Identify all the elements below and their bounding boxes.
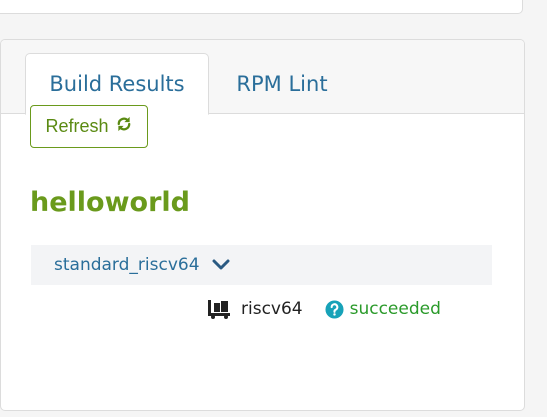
dolly-icon <box>207 299 231 319</box>
refresh-icon <box>115 115 133 138</box>
refresh-button-label: Refresh <box>45 116 109 136</box>
question-circle-icon[interactable] <box>325 299 344 319</box>
previous-card <box>0 0 523 14</box>
repository-name[interactable]: standard_riscv64 <box>54 255 200 275</box>
tabs-bar: Build Results RPM Lint <box>1 40 524 115</box>
tab-rpm-lint[interactable]: RPM Lint <box>209 53 355 114</box>
build-status[interactable]: succeeded <box>325 299 441 319</box>
package-title: helloworld <box>30 187 190 218</box>
architecture-label: riscv64 <box>241 299 303 319</box>
chevron-down-icon[interactable] <box>212 258 230 272</box>
build-results-card: Build Results RPM Lint <box>0 39 525 411</box>
build-result-row: riscv64 succeeded <box>207 297 441 321</box>
refresh-button[interactable]: Refresh <box>30 105 148 148</box>
status-label[interactable]: succeeded <box>350 299 441 319</box>
repository-row[interactable]: standard_riscv64 <box>31 245 492 285</box>
